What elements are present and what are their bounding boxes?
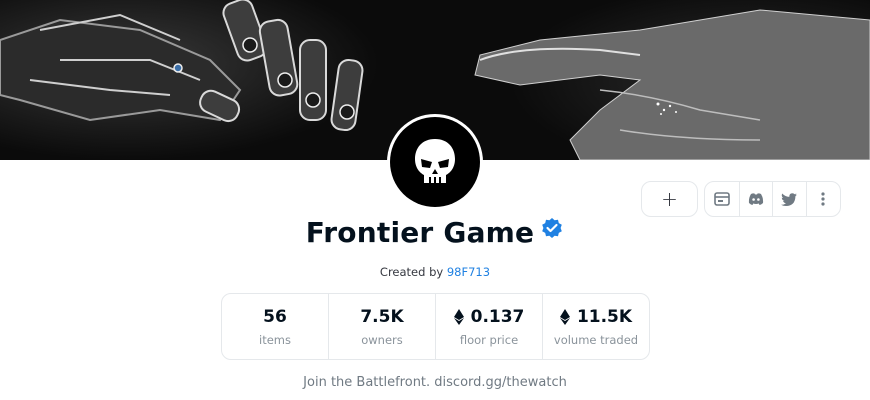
- stat-items-value: 56: [263, 306, 287, 327]
- add-button[interactable]: +: [642, 182, 697, 216]
- social-links-group: [704, 181, 841, 217]
- stat-floor-price-value: 0.137: [470, 306, 525, 327]
- stat-volume-traded-label: volume traded: [553, 332, 639, 347]
- avatar: [390, 117, 480, 207]
- ethereum-icon: [559, 308, 570, 325]
- stat-value: 0.137: [453, 306, 525, 327]
- stat-owners[interactable]: 7.5K owners: [328, 294, 435, 359]
- website-button[interactable]: [705, 182, 739, 216]
- stat-volume-traded[interactable]: 11.5K volume traded: [542, 294, 649, 359]
- twitter-icon: [781, 192, 798, 206]
- created-by-label: Created by: [379, 265, 444, 279]
- stat-volume-traded-value: 11.5K: [576, 306, 633, 327]
- stat-value: 56: [263, 307, 287, 327]
- add-button-group: +: [641, 181, 698, 217]
- more-options-icon: [821, 192, 825, 206]
- twitter-button[interactable]: [772, 182, 806, 216]
- stat-owners-value: 7.5K: [360, 306, 404, 327]
- ethereum-icon: [453, 308, 464, 325]
- website-icon: [713, 192, 730, 206]
- created-by: Created by 98F713: [0, 265, 870, 279]
- collection-description: Join the Battlefront. discord.gg/thewatc…: [303, 375, 567, 390]
- stat-value: 7.5K: [360, 307, 403, 327]
- collection-title: Frontier Game: [305, 216, 535, 249]
- collection-avatar: [387, 114, 483, 210]
- stat-floor-price-label: floor price: [459, 332, 519, 347]
- stat-value: 11.5K: [559, 306, 633, 327]
- stat-items-label: items: [259, 332, 291, 347]
- more-options-button[interactable]: [805, 182, 841, 216]
- creator-link[interactable]: 98F713: [447, 265, 490, 279]
- discord-icon: [748, 193, 763, 205]
- title-row: Frontier Game: [0, 216, 870, 249]
- stat-items[interactable]: 56 items: [222, 294, 328, 359]
- stats-bar: 56 items 7.5K owners 0.137 floor price 1…: [221, 293, 650, 360]
- verified-badge-icon: [540, 217, 564, 241]
- stat-floor-price[interactable]: 0.137 floor price: [435, 294, 542, 359]
- stat-owners-label: owners: [361, 332, 403, 347]
- discord-button[interactable]: [738, 182, 773, 216]
- skull-icon: [415, 139, 455, 183]
